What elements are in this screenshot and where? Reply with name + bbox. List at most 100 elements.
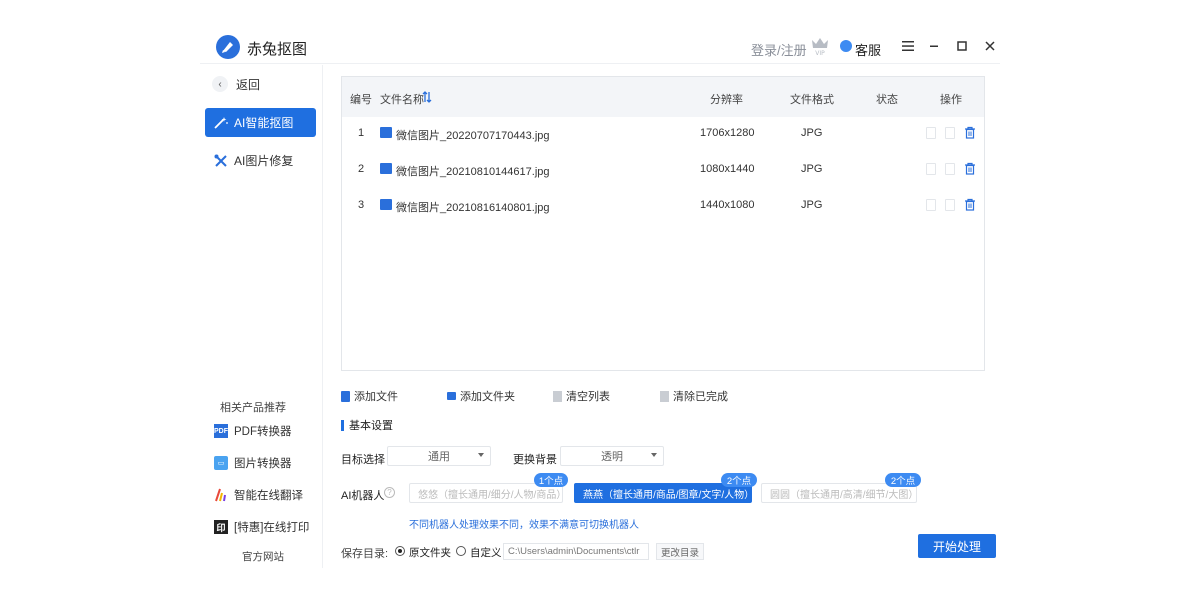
add-file-icon (341, 390, 350, 402)
app-title: 赤兔抠图 (247, 41, 308, 58)
clear-done-label: 清除已完成 (673, 391, 728, 403)
header-status: 状态 (876, 94, 898, 106)
target-select-value: 通用 (428, 451, 450, 463)
sidebar-item-ai-repair[interactable]: AI图片修复 (205, 146, 316, 175)
magic-wand-icon (214, 116, 228, 129)
header-resolution: 分辨率 (710, 94, 743, 106)
image-file-icon (380, 163, 392, 174)
vip-crown-icon[interactable]: VIP (809, 36, 831, 56)
start-processing-button[interactable]: 开始处理 (918, 534, 996, 558)
clear-list-button[interactable]: 清空列表 (553, 389, 610, 403)
close-icon[interactable] (983, 39, 997, 53)
clear-list-label: 清空列表 (566, 391, 610, 403)
broom-icon (553, 390, 562, 402)
folder-icon[interactable] (926, 163, 936, 175)
print-icon: 印 (214, 520, 228, 534)
save-custom-radio[interactable] (456, 546, 466, 556)
title-bar: 赤兔抠图 登录/注册 VIP 客服 (200, 28, 1000, 64)
caret-down-icon (478, 453, 484, 457)
product-translate[interactable]: 智能在线翻译 (214, 486, 303, 504)
save-dir-label: 保存目录: (341, 548, 389, 560)
login-register-link[interactable]: 登录/注册 (751, 40, 807, 59)
svg-text:VIP: VIP (815, 50, 825, 56)
file-table: 编号 文件名称 分辨率 文件格式 状态 操作 1 微信图片_2022070717… (341, 76, 985, 371)
preview-icon[interactable] (945, 199, 955, 211)
product-pdf-converter[interactable]: PDF PDF转换器 (214, 422, 292, 440)
row-index: 2 (358, 163, 365, 175)
sidebar: ‹ 返回 AI智能抠图 AI图片修复 相关产品推荐 PDF PDF转换器 ▭ 图… (200, 65, 323, 568)
image-file-icon (380, 127, 392, 138)
trash-icon[interactable] (964, 126, 976, 139)
row-resolution: 1080x1440 (700, 163, 755, 175)
save-path-input[interactable]: C:\Users\admin\Documents\ctlr (503, 543, 649, 560)
robot-option-label: 圆圆（擅长通用/高清/细节/大图） (770, 489, 919, 501)
robot-option-label: 燕燕（擅长通用/商品/图章/文字/人物） (583, 489, 755, 501)
product-label: 智能在线翻译 (234, 490, 303, 502)
folder-add-icon (447, 392, 456, 400)
change-dir-button[interactable]: 更改目录 (656, 543, 704, 560)
row-format: JPG (801, 199, 823, 211)
save-original-label[interactable]: 原文件夹 (409, 545, 451, 560)
target-select[interactable]: 通用 (387, 446, 491, 466)
product-online-print[interactable]: 印 [特惠]在线打印 (214, 518, 309, 536)
broom-icon (660, 390, 669, 402)
official-site-link[interactable]: 官方网站 (242, 549, 284, 564)
add-folder-label: 添加文件夹 (460, 391, 515, 403)
add-file-label: 添加文件 (354, 391, 398, 403)
sidebar-item-label: AI图片修复 (234, 154, 294, 168)
product-label: [特惠]在线打印 (234, 522, 310, 534)
save-custom-label[interactable]: 自定义 (470, 545, 502, 560)
chevron-left-icon: ‹ (212, 76, 228, 92)
support-link[interactable]: 客服 (855, 40, 881, 59)
table-row[interactable]: 1 微信图片_20220707170443.jpg 1706x1280 JPG (342, 117, 984, 153)
maximize-icon[interactable] (955, 39, 969, 53)
header-actions: 操作 (940, 94, 962, 106)
hamburger-icon[interactable] (901, 39, 915, 53)
trash-icon[interactable] (964, 162, 976, 175)
help-icon[interactable]: ? (384, 487, 395, 498)
row-format: JPG (801, 163, 823, 175)
section-title-text: 基本设置 (349, 420, 393, 432)
preview-icon[interactable] (945, 163, 955, 175)
robot-cost-badge: 2个点 (721, 473, 757, 487)
image-file-icon (380, 199, 392, 210)
product-image-converter[interactable]: ▭ 图片转换器 (214, 454, 292, 472)
robot-cost-badge: 2个点 (885, 473, 921, 487)
folder-icon[interactable] (926, 127, 936, 139)
robot-hint: 不同机器人处理效果不同，效果不满意可切换机器人 (409, 520, 639, 531)
support-icon[interactable] (840, 40, 852, 52)
translate-icon (214, 488, 228, 502)
minimize-icon[interactable] (927, 39, 941, 53)
robot-label: AI机器人 (341, 490, 385, 502)
row-index: 3 (358, 199, 365, 211)
table-row[interactable]: 3 微信图片_20210816140801.jpg 1440x1080 JPG (342, 189, 984, 225)
preview-icon[interactable] (945, 127, 955, 139)
row-index: 1 (358, 127, 365, 139)
back-button[interactable]: ‹ 返回 (212, 74, 260, 94)
clear-done-button[interactable]: 清除已完成 (660, 389, 728, 403)
section-marker (341, 419, 344, 431)
row-filename: 微信图片_20220707170443.jpg (396, 130, 550, 142)
robot-cost-badge: 1个点 (534, 473, 568, 487)
header-index: 编号 (350, 94, 372, 106)
header-format: 文件格式 (790, 94, 834, 106)
sort-icon[interactable] (422, 91, 432, 103)
tools-icon (214, 154, 227, 167)
background-select[interactable]: 透明 (560, 446, 664, 466)
header-filename[interactable]: 文件名称 (380, 91, 424, 107)
table-row[interactable]: 2 微信图片_20210810144617.jpg 1080x1440 JPG (342, 153, 984, 189)
save-original-radio[interactable] (395, 546, 405, 556)
related-products-title: 相关产品推荐 (220, 402, 286, 414)
background-select-value: 透明 (601, 451, 623, 463)
trash-icon[interactable] (964, 198, 976, 211)
add-folder-button[interactable]: 添加文件夹 (447, 389, 515, 403)
back-label: 返回 (236, 77, 261, 92)
folder-icon[interactable] (926, 199, 936, 211)
robot-option-label: 悠悠（擅长通用/细分/人物/商品） (418, 489, 567, 501)
product-label: PDF转换器 (234, 426, 292, 438)
settings-section-title: 基本设置 (341, 417, 393, 433)
row-resolution: 1706x1280 (700, 127, 755, 139)
sidebar-item-ai-cutout[interactable]: AI智能抠图 (205, 108, 316, 137)
table-header: 编号 文件名称 分辨率 文件格式 状态 操作 (342, 77, 984, 117)
add-file-button[interactable]: 添加文件 (341, 389, 398, 403)
